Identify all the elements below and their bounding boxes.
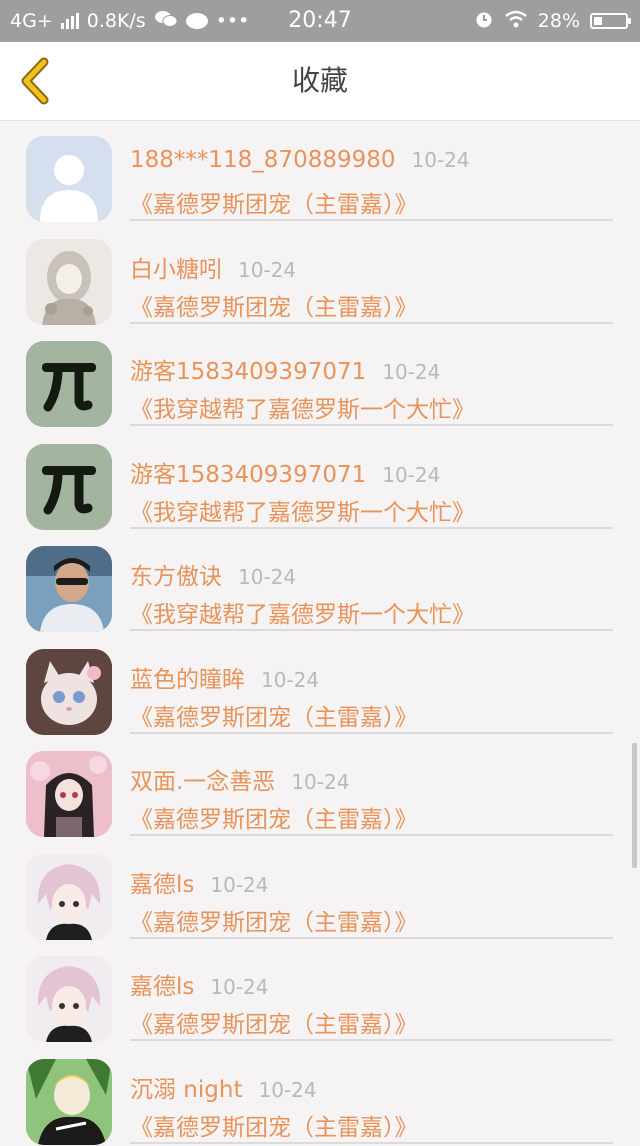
status-right: 28% [474, 0, 628, 42]
cat-avatar[interactable] [26, 649, 112, 735]
date: 10-24 [258, 1078, 316, 1102]
divider [130, 424, 613, 426]
list-item[interactable]: 嘉德ls10-24 《嘉德罗斯团宠（主雷嘉）》 [0, 941, 640, 1044]
anime-boy-avatar[interactable] [26, 854, 112, 940]
book-title[interactable]: 《嘉德罗斯团宠（主雷嘉）》 [130, 288, 418, 322]
user-name: 白小糖吲10-24 [130, 250, 296, 284]
anime-boy-avatar[interactable] [26, 956, 112, 1042]
divider [130, 219, 613, 221]
date: 10-24 [261, 668, 319, 692]
battery-percent: 28% [538, 10, 580, 32]
user-name: 188***118_87088998010-24 [130, 147, 470, 173]
date: 10-24 [291, 770, 349, 794]
user-name: 东方傲诀10-24 [130, 557, 296, 591]
page-title: 收藏 [0, 42, 640, 120]
divider [130, 322, 613, 324]
scrollbar[interactable] [632, 743, 637, 868]
book-title[interactable]: 《我穿越帮了嘉德罗斯一个大忙》 [130, 390, 475, 424]
battery-icon [590, 13, 628, 29]
book-title[interactable]: 《嘉德罗斯团宠（主雷嘉）》 [130, 903, 418, 937]
divider [130, 834, 613, 836]
book-title[interactable]: 《嘉德罗斯团宠（主雷嘉）》 [130, 185, 418, 219]
book-title[interactable]: 《我穿越帮了嘉德罗斯一个大忙》 [130, 595, 475, 629]
list-item[interactable]: 蓝色的瞳眸10-24 《嘉德罗斯团宠（主雷嘉）》 [0, 634, 640, 737]
book-title[interactable]: 《我穿越帮了嘉德罗斯一个大忙》 [130, 493, 475, 527]
date: 10-24 [412, 148, 470, 172]
divider [130, 732, 613, 734]
girl-sketch-avatar[interactable] [26, 239, 112, 325]
user-name: 蓝色的瞳眸10-24 [130, 660, 319, 694]
date: 10-24 [238, 565, 296, 589]
default-avatar[interactable] [26, 136, 112, 222]
list-item[interactable]: 游客158340939707110-24 《我穿越帮了嘉德罗斯一个大忙》 [0, 429, 640, 532]
list-item[interactable]: 游客158340939707110-24 《我穿越帮了嘉德罗斯一个大忙》 [0, 326, 640, 429]
header: 收藏 [0, 42, 640, 121]
pi-avatar[interactable] [26, 341, 112, 427]
divider [130, 527, 613, 529]
user-name: 双面.一念善恶10-24 [130, 762, 349, 796]
book-title[interactable]: 《嘉德罗斯团宠（主雷嘉）》 [130, 800, 418, 834]
user-name: 游客158340939707110-24 [130, 455, 440, 489]
divider [130, 1142, 613, 1144]
date: 10-24 [382, 360, 440, 384]
list-item[interactable]: 双面.一念善恶10-24 《嘉德罗斯团宠（主雷嘉）》 [0, 736, 640, 839]
wifi-icon [504, 10, 528, 33]
alarm-icon [474, 9, 494, 34]
book-title[interactable]: 《嘉德罗斯团宠（主雷嘉）》 [130, 1005, 418, 1039]
book-title[interactable]: 《嘉德罗斯团宠（主雷嘉）》 [130, 1108, 418, 1142]
list-item[interactable]: 188***118_87088998010-24 《嘉德罗斯团宠（主雷嘉）》 [0, 121, 640, 224]
divider [130, 937, 613, 939]
favorites-list: 188***118_87088998010-24 《嘉德罗斯团宠（主雷嘉）》 白… [0, 121, 640, 1146]
list-item[interactable]: 沉溺 night10-24 《嘉德罗斯团宠（主雷嘉）》 [0, 1044, 640, 1146]
list-item[interactable]: 嘉德ls10-24 《嘉德罗斯团宠（主雷嘉）》 [0, 839, 640, 942]
divider [130, 629, 613, 631]
date: 10-24 [210, 975, 268, 999]
date: 10-24 [382, 463, 440, 487]
list-item[interactable]: 东方傲诀10-24 《我穿越帮了嘉德罗斯一个大忙》 [0, 531, 640, 634]
anime-girl-avatar[interactable] [26, 751, 112, 837]
user-name: 沉溺 night10-24 [130, 1070, 317, 1104]
book-title[interactable]: 《嘉德罗斯团宠（主雷嘉）》 [130, 698, 418, 732]
photo-avatar[interactable] [26, 546, 112, 632]
status-bar: 4G+ 0.8K/s ••• 20:47 28% [0, 0, 640, 42]
user-name: 嘉德ls10-24 [130, 967, 269, 1001]
user-name: 游客158340939707110-24 [130, 352, 440, 386]
date: 10-24 [210, 873, 268, 897]
date: 10-24 [238, 258, 296, 282]
user-name: 嘉德ls10-24 [130, 865, 269, 899]
list-item[interactable]: 白小糖吲10-24 《嘉德罗斯团宠（主雷嘉）》 [0, 224, 640, 327]
pi-avatar[interactable] [26, 444, 112, 530]
divider [130, 1039, 613, 1041]
night-avatar[interactable] [26, 1059, 112, 1145]
